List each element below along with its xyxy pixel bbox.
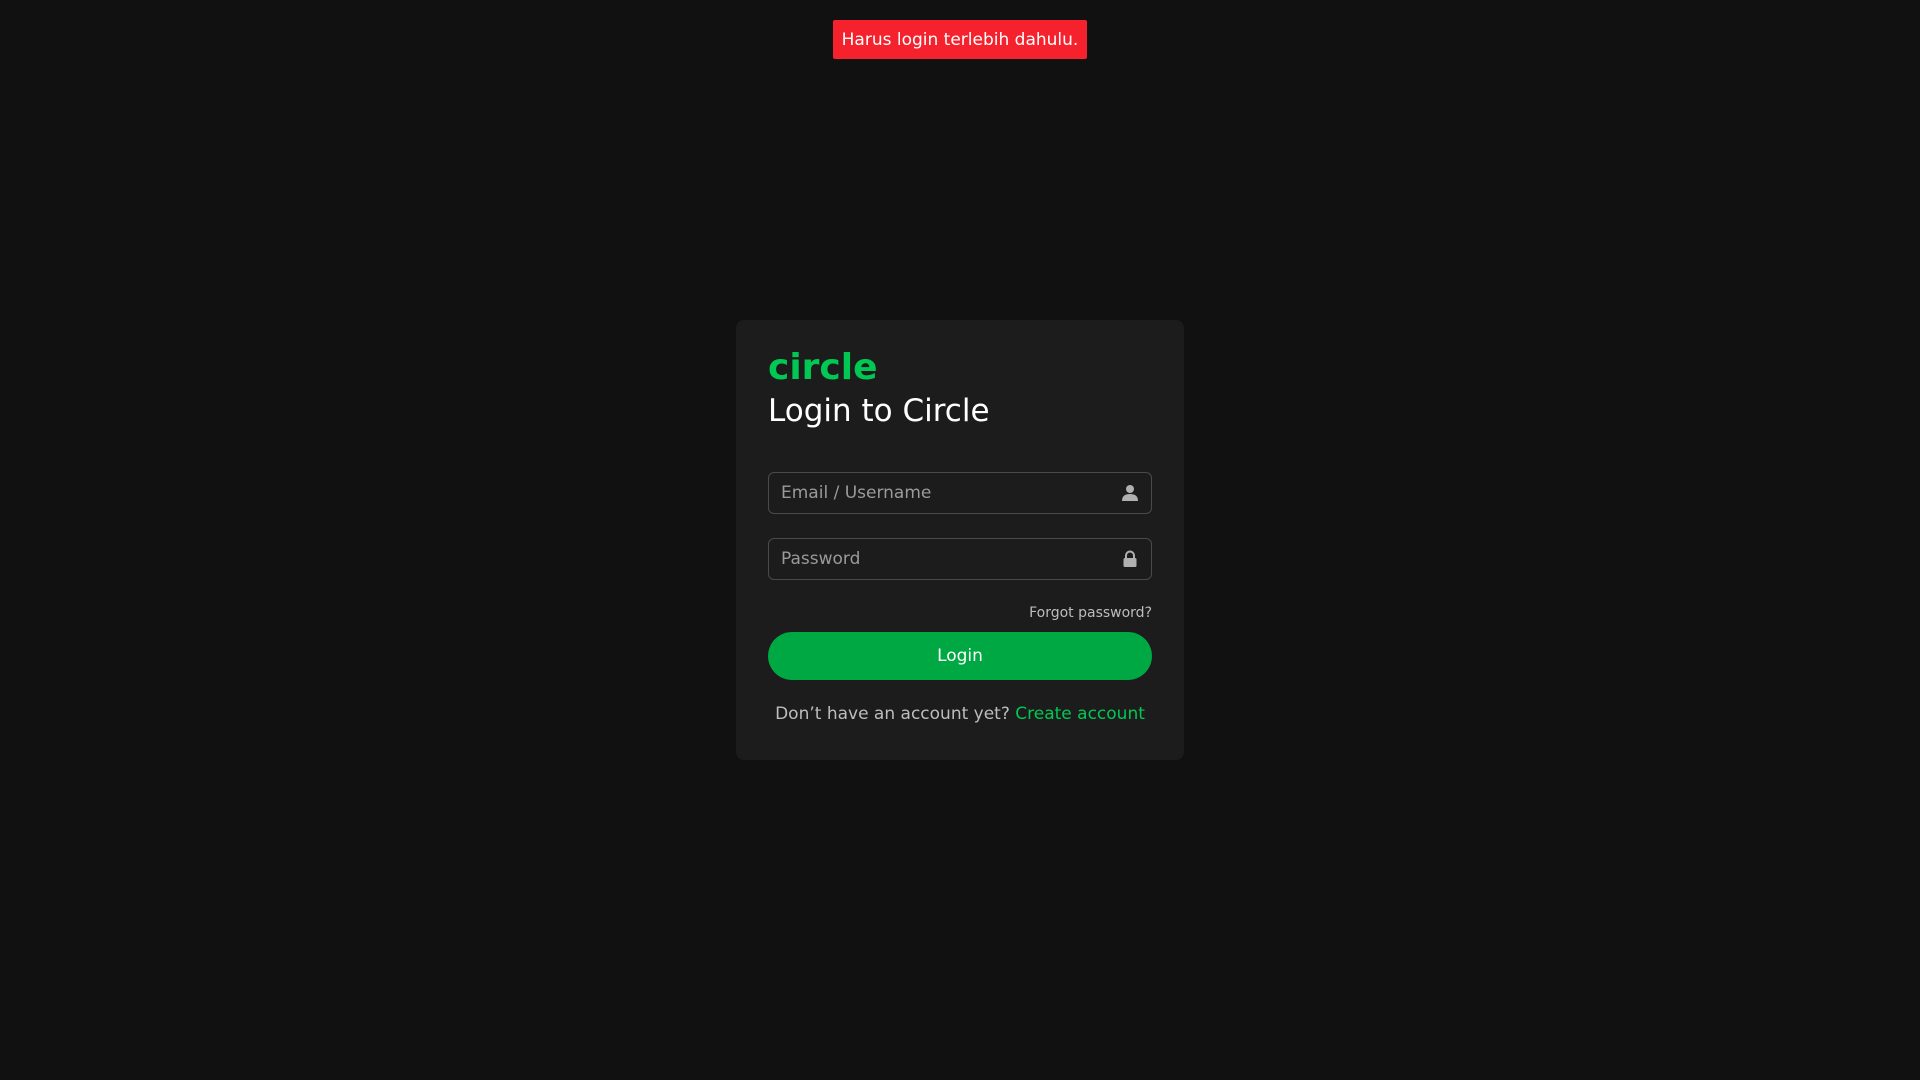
page-title: Login to Circle <box>768 393 990 429</box>
signup-prompt: Don’t have an account yet? Create accoun… <box>736 704 1184 724</box>
login-button[interactable]: Login <box>768 632 1152 680</box>
user-icon <box>1122 485 1138 501</box>
password-input[interactable] <box>769 539 1109 579</box>
error-toast: Harus login terlebih dahulu. <box>833 20 1087 59</box>
signup-prompt-text: Don’t have an account yet? <box>775 704 1010 724</box>
email-field <box>768 472 1152 514</box>
email-input[interactable] <box>769 473 1109 513</box>
toast-message: Harus login terlebih dahulu. <box>841 29 1079 50</box>
login-card: circle Login to Circle Forgot password? … <box>736 320 1184 760</box>
forgot-password-link[interactable]: Forgot password? <box>1029 605 1152 621</box>
lock-icon <box>1123 550 1137 567</box>
brand-logo: circle <box>768 347 878 388</box>
create-account-link[interactable]: Create account <box>1015 704 1145 724</box>
password-field <box>768 538 1152 580</box>
